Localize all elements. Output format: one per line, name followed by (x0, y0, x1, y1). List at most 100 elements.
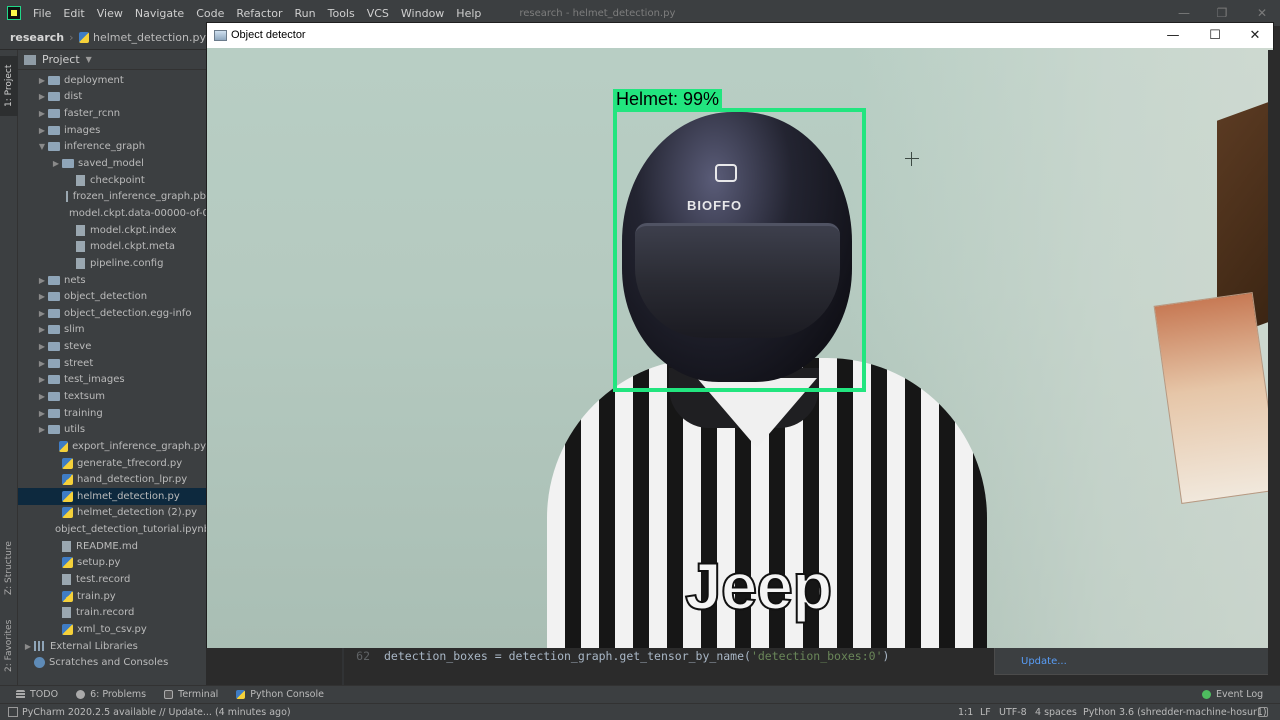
chevron-right-icon[interactable]: ▶ (36, 92, 48, 101)
chevron-right-icon[interactable]: ▶ (36, 309, 48, 318)
tree-item[interactable]: generate_tfrecord.py (18, 455, 206, 472)
tree-item[interactable]: ▶ object_detection.egg-info (18, 305, 206, 322)
folder-icon (48, 358, 60, 368)
tree-item[interactable]: ▶ dist (18, 89, 206, 106)
update-link[interactable]: Update... (1021, 656, 1067, 667)
problems-button[interactable]: 6: Problems (76, 689, 146, 700)
tree-item[interactable]: ▶ textsum (18, 388, 206, 405)
lock-icon[interactable] (1258, 707, 1268, 717)
tree-item[interactable]: ▼ inference_graph (18, 139, 206, 156)
tree-item[interactable]: ▶ slim (18, 322, 206, 339)
chevron-right-icon[interactable]: ▶ (50, 159, 62, 168)
tree-item-label: train.py (77, 590, 116, 602)
tree-item[interactable]: helmet_detection.py (18, 488, 206, 505)
menu-code[interactable]: Code (194, 7, 226, 20)
tree-item[interactable]: ▶ training (18, 405, 206, 422)
tree-item[interactable]: ▶ External Libraries (18, 638, 206, 655)
menu-edit[interactable]: Edit (61, 7, 86, 20)
tab-structure[interactable]: Z: Structure (0, 538, 18, 598)
menu-view[interactable]: View (95, 7, 125, 20)
tree-item[interactable]: model.ckpt.index (18, 222, 206, 239)
chevron-right-icon[interactable]: ▶ (36, 325, 48, 334)
menu-window[interactable]: Window (399, 7, 446, 20)
tree-item[interactable]: object_detection_tutorial.ipynb (18, 521, 206, 538)
folder-icon (62, 159, 74, 169)
menu-file[interactable]: File (31, 7, 53, 20)
tree-item[interactable]: helmet_detection (2).py (18, 505, 206, 522)
status-message[interactable]: PyCharm 2020.2.5 available // Update... … (22, 707, 291, 718)
tree-item[interactable]: ▶ test_images (18, 372, 206, 389)
folder-icon (48, 375, 60, 385)
breadcrumb-file[interactable]: helmet_detection.py (93, 31, 206, 44)
tree-item[interactable]: ▶ steve (18, 338, 206, 355)
tree-item[interactable]: hand_detection_lpr.py (18, 471, 206, 488)
chevron-right-icon[interactable]: ▶ (36, 409, 48, 418)
detector-titlebar[interactable]: Object detector — ☐ ✕ (207, 23, 1273, 47)
menu-vcs[interactable]: VCS (365, 7, 391, 20)
chevron-right-icon[interactable]: ▶ (36, 109, 48, 118)
tool-window-bar: TODO 6: Problems Terminal Python Console… (0, 685, 1280, 703)
tree-item[interactable]: ▶ utils (18, 421, 206, 438)
tree-item[interactable]: checkpoint (18, 172, 206, 189)
cursor-position[interactable]: 1:1 (958, 707, 973, 718)
editor-scrollbar[interactable] (1268, 50, 1280, 685)
menu-run[interactable]: Run (293, 7, 318, 20)
tree-item-label: helmet_detection (2).py (77, 507, 198, 519)
tree-item[interactable]: pipeline.config (18, 255, 206, 272)
breadcrumb-root[interactable]: research (10, 31, 64, 44)
chevron-right-icon[interactable]: ▶ (36, 276, 48, 285)
project-panel-header[interactable]: Project ▼ (18, 50, 206, 70)
menu-tools[interactable]: Tools (326, 7, 357, 20)
tree-item[interactable]: README.md (18, 538, 206, 555)
tree-item[interactable]: ▶ street (18, 355, 206, 372)
tree-item[interactable]: ▶ images (18, 122, 206, 139)
terminal-button[interactable]: Terminal (164, 689, 218, 700)
chevron-right-icon[interactable]: ▶ (36, 342, 48, 351)
tree-item[interactable]: frozen_inference_graph.pb (18, 188, 206, 205)
chevron-right-icon[interactable]: ▶ (36, 425, 48, 434)
file-encoding[interactable]: UTF-8 (999, 707, 1027, 718)
menu-help[interactable]: Help (454, 7, 483, 20)
chevron-right-icon[interactable]: ▶ (36, 76, 48, 85)
maximize-icon[interactable]: ☐ (1195, 23, 1235, 47)
status-toggle-icon[interactable] (8, 707, 18, 717)
menu-refactor[interactable]: Refactor (234, 7, 284, 20)
tree-item[interactable]: ▶ object_detection (18, 288, 206, 305)
code-line[interactable]: 62 detection_boxes = detection_graph.get… (344, 647, 994, 665)
chevron-right-icon[interactable]: ▶ (22, 642, 34, 651)
tree-item[interactable]: train.py (18, 588, 206, 605)
todo-button[interactable]: TODO (16, 689, 58, 700)
tab-project[interactable]: 1: Project (0, 56, 18, 116)
tree-item[interactable]: xml_to_csv.py (18, 621, 206, 638)
minimize-icon[interactable]: — (1153, 23, 1193, 47)
chevron-right-icon[interactable]: ▶ (36, 359, 48, 368)
tree-item[interactable]: export_inference_graph.py (18, 438, 206, 455)
indent-setting[interactable]: 4 spaces (1035, 707, 1077, 718)
tree-item[interactable]: model.ckpt.data-00000-of-0 (18, 205, 206, 222)
tree-item[interactable]: setup.py (18, 555, 206, 572)
close-icon[interactable]: ✕ (1235, 23, 1275, 47)
chevron-right-icon[interactable]: ▶ (36, 292, 48, 301)
python-console-button[interactable]: Python Console (236, 689, 324, 700)
project-panel-title: Project (42, 53, 80, 66)
tree-item[interactable]: train.record (18, 605, 206, 622)
chevron-down-icon[interactable]: ▼ (36, 142, 48, 151)
tree-item[interactable]: Scratches and Consoles (18, 654, 206, 671)
tree-item[interactable]: test.record (18, 571, 206, 588)
tree-item[interactable]: model.ckpt.meta (18, 238, 206, 255)
line-separator[interactable]: LF (980, 707, 991, 718)
chevron-right-icon[interactable]: ▶ (36, 375, 48, 384)
tree-item[interactable]: ▶ deployment (18, 72, 206, 89)
tree-item-label: steve (64, 341, 92, 353)
chevron-right-icon[interactable]: ▶ (36, 126, 48, 135)
event-log-button[interactable]: Event Log (1202, 689, 1263, 700)
tree-item[interactable]: ▶ faster_rcnn (18, 105, 206, 122)
tab-favorites[interactable]: 2: Favorites (0, 616, 18, 676)
tree-item-label: inference_graph (64, 141, 146, 153)
tree-item[interactable]: ▶ saved_model (18, 155, 206, 172)
chevron-down-icon[interactable]: ▼ (86, 55, 92, 64)
tree-item[interactable]: ▶ nets (18, 272, 206, 289)
chevron-right-icon[interactable]: ▶ (36, 392, 48, 401)
menu-navigate[interactable]: Navigate (133, 7, 186, 20)
python-interpreter[interactable]: Python 3.6 (shredder-machine-hosur1) (1083, 707, 1267, 718)
